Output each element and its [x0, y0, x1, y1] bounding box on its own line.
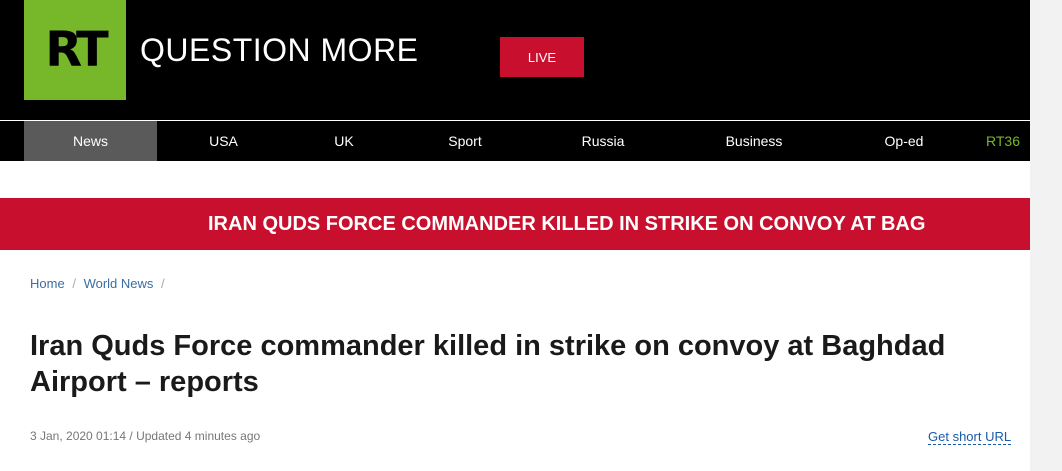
- nav-item-sport[interactable]: Sport: [398, 121, 532, 161]
- breadcrumb-separator: /: [161, 276, 165, 291]
- nav-item-rt360[interactable]: RT36: [986, 121, 1030, 161]
- nav-item-op-ed[interactable]: Op-ed: [834, 121, 974, 161]
- get-short-url-link[interactable]: Get short URL: [928, 429, 1012, 445]
- nav-item-russia[interactable]: Russia: [532, 121, 674, 161]
- nav-item-news[interactable]: News: [24, 121, 157, 161]
- breadcrumb-home-link[interactable]: Home: [30, 276, 65, 291]
- site-tagline: QUESTION MORE: [140, 32, 419, 68]
- breadcrumb-world-news-link[interactable]: World News: [84, 276, 154, 291]
- article-timestamp: 3 Jan, 2020 01:14 / Updated 4 minutes ag…: [30, 429, 261, 443]
- breaking-news-banner[interactable]: IRAN QUDS FORCE COMMANDER KILLED IN STRI…: [0, 198, 1030, 250]
- nav-item-business[interactable]: Business: [674, 121, 834, 161]
- nav-item-uk[interactable]: UK: [290, 121, 398, 161]
- article-title: Iran Quds Force commander killed in stri…: [30, 330, 946, 398]
- nav-item-usa[interactable]: USA: [157, 121, 290, 161]
- page-scrollbar[interactable]: [1030, 0, 1062, 471]
- breadcrumb-separator: /: [72, 276, 76, 291]
- site-header: RT QUESTION MORE LIVE: [0, 0, 1030, 120]
- breaking-news-text: IRAN QUDS FORCE COMMANDER KILLED IN STRI…: [208, 213, 926, 235]
- live-button[interactable]: LIVE: [500, 37, 584, 77]
- rt-logo[interactable]: RT: [24, 0, 126, 100]
- main-nav: News USA UK Sport Russia Business Op-ed …: [0, 121, 1030, 161]
- breadcrumb: Home / World News /: [30, 276, 169, 291]
